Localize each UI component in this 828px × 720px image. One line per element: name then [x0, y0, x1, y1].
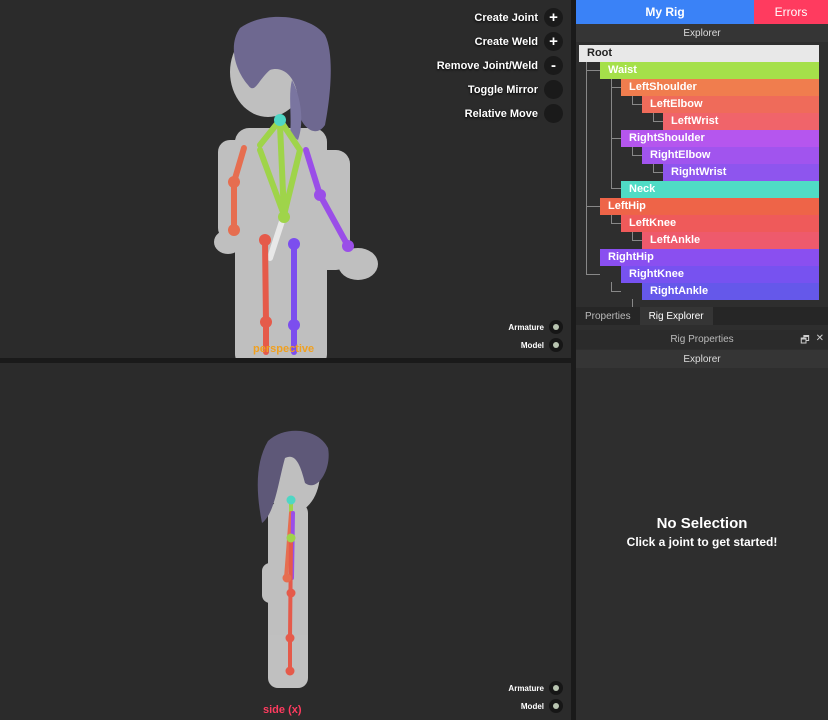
tree-connector — [611, 188, 621, 189]
create-weld-button[interactable]: Create Weld + — [475, 32, 563, 51]
create-weld-label: Create Weld — [474, 35, 538, 48]
tree-node-rightknee[interactable]: RightKnee — [621, 266, 819, 283]
model-toggle-icon[interactable] — [549, 699, 563, 713]
properties-explorer-header: Explorer — [576, 350, 828, 368]
plus-icon[interactable]: + — [544, 32, 563, 51]
tree-connector — [611, 87, 621, 88]
rig-properties-header: Rig Properties 🗗 ✕ — [576, 330, 828, 349]
restore-icon[interactable]: 🗗 — [800, 333, 809, 350]
toggle-mirror-label: Toggle Mirror — [467, 83, 538, 96]
side-scene[interactable] — [0, 363, 571, 720]
tree-connector — [586, 206, 600, 207]
tab-properties[interactable]: Properties — [576, 307, 640, 325]
right-panel: My Rig Errors Explorer Root Waist LeftShou… — [576, 0, 828, 720]
create-joint-label: Create Joint — [474, 11, 538, 24]
view-label-side: side (x) — [263, 704, 302, 716]
create-joint-button[interactable]: Create Joint + — [474, 8, 563, 27]
minus-icon[interactable]: - — [544, 56, 563, 75]
perspective-scene[interactable] — [0, 0, 571, 358]
tree-connector — [611, 291, 621, 292]
no-selection-subtitle: Click a joint to get started! — [626, 535, 778, 549]
armature-label: Armature — [508, 683, 544, 693]
tree-node-waist[interactable]: Waist — [600, 62, 819, 79]
tab-errors[interactable]: Errors — [754, 0, 828, 24]
tree-node-leftshoulder[interactable]: LeftShoulder — [621, 79, 819, 96]
tab-rig-explorer[interactable]: Rig Explorer — [639, 307, 713, 325]
tree-connector — [653, 121, 663, 122]
armature-toggle-icon[interactable] — [549, 320, 563, 334]
tree-connector — [586, 61, 587, 275]
remove-joint-weld-button[interactable]: Remove Joint/Weld - — [437, 56, 563, 75]
tab-my-rig[interactable]: My Rig — [576, 0, 754, 24]
tree-node-neck[interactable]: Neck — [621, 181, 819, 198]
armature-label: Armature — [508, 322, 544, 332]
rig-properties-title: Rig Properties — [670, 334, 734, 345]
tree-node-rightelbow[interactable]: RightElbow — [642, 147, 819, 164]
tree-connector — [632, 155, 642, 156]
properties-body: No Selection Click a joint to get starte… — [576, 368, 828, 720]
tree-node-lefthip[interactable]: LeftHip — [600, 198, 819, 215]
tree-node-leftelbow[interactable]: LeftElbow — [642, 96, 819, 113]
view-label-perspective: perspective — [253, 343, 315, 355]
relative-move-button[interactable]: Relative Move — [465, 104, 563, 123]
tree-node-rightankle[interactable]: RightAnkle — [642, 283, 819, 300]
panel-tabs: Properties Rig Explorer — [576, 307, 828, 325]
joint-tree: Root Waist LeftShoulder LeftElbow LeftWrist R… — [576, 42, 828, 309]
model-visibility-toggle[interactable]: Model — [521, 699, 563, 713]
tree-connector — [632, 240, 642, 241]
model-label: Model — [520, 701, 544, 711]
relative-move-label: Relative Move — [464, 107, 538, 120]
tree-connector — [632, 104, 642, 105]
tree-connector — [611, 223, 621, 224]
tree-connector — [611, 138, 621, 139]
tree-node-leftankle[interactable]: LeftAnkle — [642, 232, 819, 249]
explorer-header: Explorer — [576, 24, 828, 42]
toggle-mirror-button[interactable]: Toggle Mirror — [468, 80, 563, 99]
tree-node-root[interactable]: Root — [579, 45, 819, 62]
relative-move-toggle[interactable] — [544, 104, 563, 123]
model-label: Model — [520, 340, 544, 350]
tree-node-rightwrist[interactable]: RightWrist — [663, 164, 819, 181]
tree-connector — [611, 78, 612, 188]
plus-icon[interactable]: + — [544, 8, 563, 27]
model-visibility-toggle[interactable]: Model — [521, 338, 563, 352]
tree-node-righthip[interactable]: RightHip — [600, 249, 819, 266]
toggle-mirror-toggle[interactable] — [544, 80, 563, 99]
armature-visibility-toggle[interactable]: Armature — [508, 681, 563, 695]
tree-connector — [653, 172, 663, 173]
side-viewport[interactable]: Armature Model side (x) — [0, 363, 571, 720]
perspective-viewport[interactable]: Create Joint + Create Weld + Remove Join… — [0, 0, 571, 358]
tree-connector — [586, 70, 600, 71]
tree-node-leftwrist[interactable]: LeftWrist — [663, 113, 819, 130]
no-selection-title: No Selection — [656, 515, 748, 532]
remove-joint-weld-label: Remove Joint/Weld — [436, 59, 538, 72]
close-icon[interactable]: ✕ — [816, 333, 824, 350]
rig-tabs: My Rig Errors — [576, 0, 828, 24]
tree-node-leftknee[interactable]: LeftKnee — [621, 215, 819, 232]
tree-connector — [586, 274, 600, 275]
armature-toggle-icon[interactable] — [549, 681, 563, 695]
armature-visibility-toggle[interactable]: Armature — [508, 320, 563, 334]
model-toggle-icon[interactable] — [549, 338, 563, 352]
tree-node-rightshoulder[interactable]: RightShoulder — [621, 130, 819, 147]
